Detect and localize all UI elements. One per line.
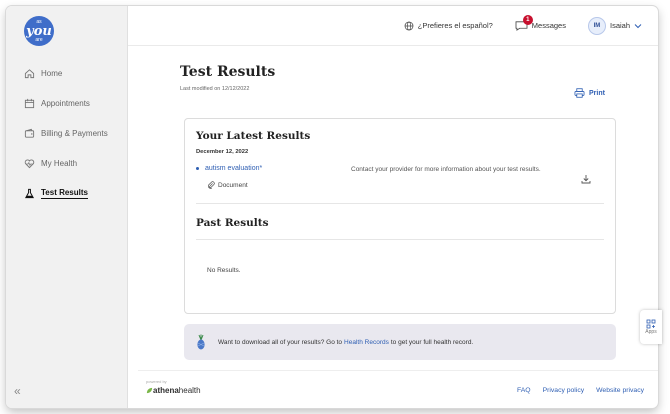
- paperclip-icon: [208, 181, 215, 189]
- sidebar-item-test-results[interactable]: Test Results: [6, 178, 128, 208]
- logo[interactable]: as you are: [24, 16, 54, 46]
- sidebar-item-label: My Health: [41, 158, 78, 168]
- athena-text: athena: [153, 386, 179, 395]
- user-menu[interactable]: IM Isaiah: [587, 16, 646, 35]
- messages-label: Messages: [531, 21, 566, 30]
- top-bar: ¿Prefieres el español? 1 Messages IM Isa…: [128, 6, 658, 46]
- sidebar: as you are Home Appointments Billing & P…: [6, 6, 128, 408]
- results-card: Your Latest Results December 12, 2022 au…: [184, 118, 616, 314]
- avatar: IM: [587, 16, 606, 35]
- divider: [196, 203, 604, 204]
- result-name: autism evaluation*: [205, 165, 263, 172]
- privacy-policy-link[interactable]: Privacy policy: [543, 387, 585, 394]
- banner-text-end: to get your full health record.: [390, 338, 474, 346]
- sidebar-item-billing[interactable]: Billing & Payments: [6, 118, 128, 148]
- powered-by: powered by: [146, 379, 167, 384]
- messages-button[interactable]: 1 Messages: [515, 15, 566, 31]
- website-privacy-link[interactable]: Website privacy: [596, 387, 644, 394]
- print-button[interactable]: Print: [574, 88, 605, 98]
- sidebar-item-appointments[interactable]: Appointments: [6, 88, 128, 118]
- apps-grid-icon: [646, 319, 656, 329]
- download-button[interactable]: [581, 171, 591, 189]
- printer-icon: [574, 88, 585, 98]
- result-date: December 12, 2022: [196, 149, 249, 155]
- wallet-icon: [24, 128, 35, 138]
- globe-icon: [404, 21, 414, 30]
- messages-badge: 1: [522, 15, 533, 25]
- language-label: ¿Prefieres el español?: [417, 21, 493, 30]
- language-toggle[interactable]: ¿Prefieres el español?: [404, 21, 493, 31]
- new-indicator: [196, 167, 199, 170]
- home-icon: [24, 68, 35, 78]
- main-content: Test Results Last modified on 12/12/2022…: [128, 46, 658, 408]
- health-text: health: [178, 386, 201, 395]
- logo-text-bottom: are: [35, 36, 43, 43]
- leaf-icon: [146, 387, 153, 394]
- print-label: Print: [589, 89, 605, 97]
- past-results-heading: Past Results: [196, 217, 269, 229]
- apps-button[interactable]: Apps: [640, 310, 662, 344]
- sidebar-item-label: Appointments: [41, 98, 90, 108]
- sidebar-item-home[interactable]: Home: [6, 58, 128, 88]
- no-results-text: No Results.: [207, 267, 241, 274]
- faq-link[interactable]: FAQ: [517, 387, 531, 394]
- result-link[interactable]: autism evaluation*: [196, 165, 262, 172]
- user-name: Isaiah: [609, 21, 630, 30]
- download-banner: Want to download all of your results? Go…: [184, 324, 616, 360]
- sidebar-item-my-health[interactable]: My Health: [6, 148, 128, 178]
- athenahealth-logo: athena health: [146, 386, 201, 395]
- last-modified: Last modified on 12/12/2022: [180, 86, 250, 92]
- sidebar-nav: Home Appointments Billing & Payments My …: [6, 58, 128, 208]
- latest-results-heading: Your Latest Results: [196, 130, 311, 142]
- result-message: Contact your provider for more informati…: [351, 166, 541, 173]
- banner-text: Want to download all of your results? Go…: [218, 338, 343, 346]
- result-type: Document: [207, 181, 248, 189]
- divider: [196, 239, 604, 240]
- sidebar-item-label: Home: [41, 68, 63, 78]
- chevron-down-icon: [634, 23, 642, 28]
- logo-text-main: you: [26, 23, 52, 39]
- collapse-sidebar-button[interactable]: «: [14, 384, 21, 398]
- calendar-icon: [24, 98, 35, 108]
- heart-icon: [24, 159, 35, 168]
- page-title: Test Results: [180, 64, 276, 80]
- footer-links: FAQ Privacy policy Website privacy: [505, 387, 644, 394]
- app-window: as you are Home Appointments Billing & P…: [6, 6, 658, 408]
- sidebar-item-label: Test Results: [41, 187, 88, 199]
- pineapple-icon: [197, 334, 205, 350]
- result-type-label: Document: [218, 181, 248, 189]
- footer: powered by athena health FAQ Privacy poli…: [138, 370, 658, 408]
- apps-label: Apps: [645, 329, 657, 335]
- health-records-link[interactable]: Health Records: [344, 339, 389, 346]
- download-icon: [581, 175, 591, 184]
- flask-icon: [24, 188, 35, 198]
- sidebar-item-label: Billing & Payments: [41, 128, 108, 138]
